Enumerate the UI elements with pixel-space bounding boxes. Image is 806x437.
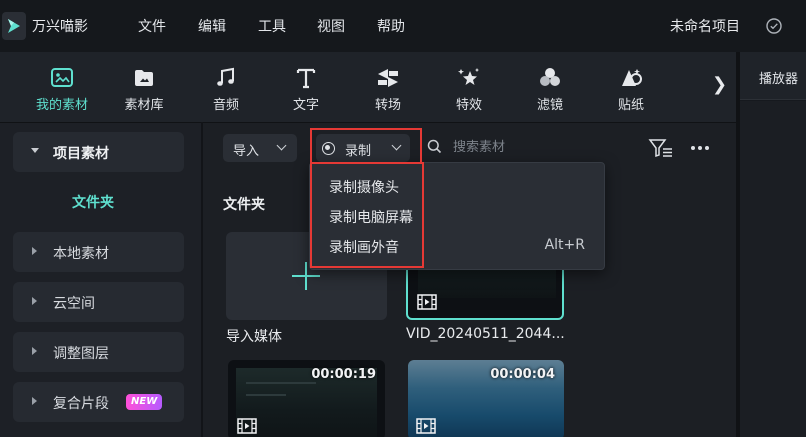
- clip-name: VID_20240511_2044...: [406, 326, 565, 342]
- section-title: 文件夹: [223, 197, 265, 213]
- collapse-arrow-icon: [32, 397, 37, 405]
- player-panel: [740, 101, 806, 437]
- tool-label: 素材库: [124, 98, 164, 113]
- search-input[interactable]: [453, 136, 593, 158]
- sidebar-item-label: 本地素材: [53, 246, 109, 262]
- collapse-arrow-icon: [32, 247, 37, 255]
- tool-transition[interactable]: 转场: [358, 66, 418, 113]
- filter-funnel-icon[interactable]: [648, 137, 674, 159]
- sticker-icon: [622, 69, 642, 86]
- record-icon: [322, 142, 335, 155]
- import-dropdown-button[interactable]: 导入: [223, 134, 297, 162]
- music-note-icon: [217, 67, 234, 86]
- expand-arrow-icon: [31, 148, 39, 153]
- tool-audio[interactable]: 音频: [196, 66, 256, 113]
- record-label: 录制: [345, 144, 372, 159]
- new-badge: NEW: [126, 394, 163, 410]
- title-bar: 万兴喵影 文件 编辑 工具 视图 帮助 未命名项目: [0, 0, 806, 52]
- menu-edit[interactable]: 编辑: [198, 16, 226, 36]
- transition-icon: [378, 69, 398, 87]
- menu-item-shortcut: Alt+R: [544, 237, 585, 253]
- menu-tools[interactable]: 工具: [258, 16, 286, 36]
- sidebar-item-folder[interactable]: 文件夹: [72, 192, 114, 212]
- tool-stock-media[interactable]: 素材库: [114, 66, 174, 113]
- tool-text[interactable]: 文字: [276, 66, 336, 113]
- menu-help[interactable]: 帮助: [377, 16, 405, 36]
- media-clip-thumbnail[interactable]: 00:00:19: [228, 360, 385, 437]
- video-clip-icon: [417, 294, 437, 310]
- record-dropdown-menu: 录制摄像头 录制电脑屏幕 录制画外音 Alt+R: [309, 162, 605, 270]
- sidebar-item-label: 调整图层: [53, 346, 109, 362]
- tool-my-media[interactable]: 我的素材: [32, 66, 92, 113]
- my-media-icon: [51, 68, 73, 87]
- menu-item-record-screen[interactable]: 录制电脑屏幕: [310, 203, 604, 231]
- stock-media-icon: [135, 70, 153, 86]
- plus-icon: [292, 275, 320, 277]
- app-logo-icon: [2, 12, 26, 40]
- effects-icon: [458, 68, 479, 85]
- sidebar-item-compound-clip[interactable]: 复合片段 NEW: [13, 382, 184, 422]
- collapse-arrow-icon: [32, 297, 37, 305]
- tool-label: 文字: [292, 98, 319, 113]
- sidebar-item-cloud[interactable]: 云空间: [13, 282, 184, 322]
- import-label: 导入: [233, 144, 260, 159]
- toolbar-next-button[interactable]: ❯: [712, 74, 727, 95]
- tool-label: 滤镜: [536, 98, 563, 113]
- check-circle-icon[interactable]: [765, 17, 783, 35]
- project-name[interactable]: 未命名项目: [670, 16, 740, 36]
- more-options-icon[interactable]: [688, 137, 712, 159]
- menu-file[interactable]: 文件: [138, 16, 166, 36]
- sidebar-item-local-media[interactable]: 本地素材: [13, 232, 184, 272]
- video-clip-icon: [237, 418, 257, 434]
- clip-duration: 00:00:04: [490, 367, 555, 382]
- tool-filter[interactable]: 滤镜: [520, 66, 580, 113]
- sidebar-item-label: 云空间: [53, 296, 95, 312]
- sidebar: 项目素材 文件夹 本地素材 云空间 调整图层 复合片段 NEW: [0, 122, 201, 437]
- tool-label: 转场: [374, 98, 401, 113]
- menu-item-record-webcam[interactable]: 录制摄像头: [310, 173, 604, 201]
- text-icon: [296, 68, 316, 89]
- record-dropdown-button[interactable]: 录制: [316, 134, 410, 162]
- filter-icon: [540, 68, 560, 86]
- menu-item-label: 录制画外音: [329, 240, 399, 256]
- sidebar-item-label: 复合片段: [53, 396, 109, 412]
- tool-effects[interactable]: 特效: [439, 66, 499, 113]
- sidebar-item-label: 项目素材: [53, 146, 109, 162]
- toolbar: 我的素材 素材库 音频 文字 转场 特效 滤镜 贴纸 ❯: [0, 52, 736, 122]
- tool-sticker[interactable]: 贴纸: [601, 66, 661, 113]
- media-clip-thumbnail[interactable]: 00:00:04: [408, 360, 564, 437]
- player-tab[interactable]: 播放器: [740, 52, 806, 100]
- collapse-arrow-icon: [32, 347, 37, 355]
- chevron-down-icon: [391, 140, 402, 151]
- menu-view[interactable]: 视图: [317, 16, 345, 36]
- app-name: 万兴喵影: [32, 19, 88, 35]
- clip-duration: 00:00:19: [311, 367, 376, 382]
- tool-label: 特效: [455, 98, 482, 113]
- preview-detail: [246, 394, 286, 396]
- sidebar-item-project-media[interactable]: 项目素材: [13, 132, 184, 172]
- player-label: 播放器: [759, 72, 799, 87]
- tool-label: 我的素材: [35, 98, 88, 113]
- menu-item-label: 录制电脑屏幕: [329, 210, 413, 226]
- video-clip-icon: [416, 418, 436, 434]
- preview-detail: [246, 382, 316, 384]
- menu-item-label: 录制摄像头: [329, 180, 399, 196]
- tool-label: 音频: [212, 98, 239, 113]
- sidebar-item-adjustment-layer[interactable]: 调整图层: [13, 332, 184, 372]
- tool-label: 贴纸: [617, 98, 644, 113]
- chevron-down-icon: [276, 140, 287, 151]
- import-media-label: 导入媒体: [226, 329, 282, 345]
- search-icon: [427, 139, 442, 154]
- menu-item-record-voiceover[interactable]: 录制画外音 Alt+R: [310, 233, 604, 261]
